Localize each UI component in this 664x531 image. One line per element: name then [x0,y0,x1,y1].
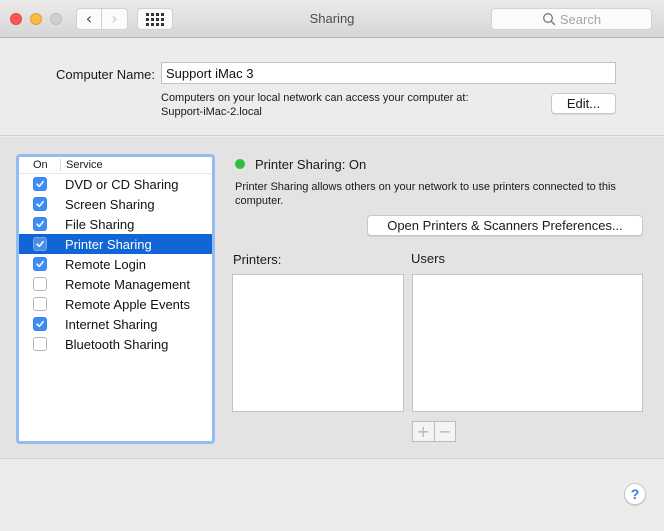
service-checkbox[interactable] [33,257,47,271]
search-icon [542,13,556,26]
printers-list[interactable] [232,274,404,412]
service-checkbox[interactable] [33,317,47,331]
service-label: Internet Sharing [65,317,158,332]
service-label: Printer Sharing [65,237,152,252]
service-label: File Sharing [65,217,135,232]
edit-hostname-button[interactable]: Edit... [551,93,616,114]
service-description: Printer Sharing allows others on your ne… [235,181,616,207]
service-row[interactable]: Printer Sharing [19,234,212,254]
computer-name-field[interactable] [161,62,616,84]
local-hostname: Support-iMac-2.local [161,106,262,118]
checkmark-icon [36,320,44,328]
checkmark-icon [36,200,44,208]
plus-icon: + [416,421,430,441]
service-row[interactable]: Remote Apple Events [19,294,212,314]
search-placeholder: Search [559,11,602,27]
service-checkbox[interactable] [33,237,47,251]
checkmark-icon [36,240,44,248]
service-label: Remote Login [65,257,146,272]
network-address-description: Computers on your local network can acce… [161,91,469,119]
checkmark-icon [36,220,44,228]
printers-label: Printers: [233,252,282,267]
service-row[interactable]: File Sharing [19,214,212,234]
service-status: Printer Sharing: On [255,157,367,172]
add-user-button[interactable]: + [413,422,435,441]
computer-name-section: Computer Name: Computers on your local n… [0,38,664,136]
services-list-header: On Service [19,157,212,174]
service-checkbox[interactable] [33,337,47,351]
users-label: Users [411,251,445,266]
question-mark-icon: ? [630,486,640,502]
service-checkbox[interactable] [33,177,47,191]
checkmark-icon [36,180,44,188]
service-checkbox[interactable] [33,277,47,291]
service-row[interactable]: Remote Login [19,254,212,274]
computer-name-label: Computer Name: [56,67,155,82]
search-input[interactable]: Search [491,8,652,30]
column-header-on[interactable]: On [33,159,48,171]
users-list[interactable] [412,274,643,412]
service-label: Screen Sharing [65,197,155,212]
open-printers-preferences-button[interactable]: Open Printers & Scanners Preferences... [367,215,643,236]
service-checkbox[interactable] [33,197,47,211]
service-label: Bluetooth Sharing [65,337,169,352]
checkmark-icon [36,260,44,268]
service-row[interactable]: Remote Management [19,274,212,294]
service-label: DVD or CD Sharing [65,177,179,192]
service-checkbox[interactable] [33,297,47,311]
services-list[interactable]: On Service DVD or CD Sharing Screen Shari… [16,154,215,444]
services-section: On Service DVD or CD Sharing Screen Shari… [0,137,664,459]
service-label: Remote Management [65,277,191,292]
service-row[interactable]: Screen Sharing [19,194,212,214]
title-bar: ‹ › Sharing Search [0,0,664,38]
service-row[interactable]: Bluetooth Sharing [19,334,212,354]
help-button[interactable]: ? [624,483,646,505]
remove-user-button[interactable]: − [435,422,456,441]
column-divider [60,159,61,171]
column-header-service[interactable]: Service [66,159,103,171]
network-description-text: Computers on your local network can acce… [161,92,469,104]
service-row[interactable]: DVD or CD Sharing [19,174,212,194]
service-label: Remote Apple Events [65,297,191,312]
user-add-remove-control: + − [412,421,456,442]
status-indicator-icon [235,159,245,169]
service-checkbox[interactable] [33,217,47,231]
minus-icon: − [438,421,452,441]
service-row[interactable]: Internet Sharing [19,314,212,334]
